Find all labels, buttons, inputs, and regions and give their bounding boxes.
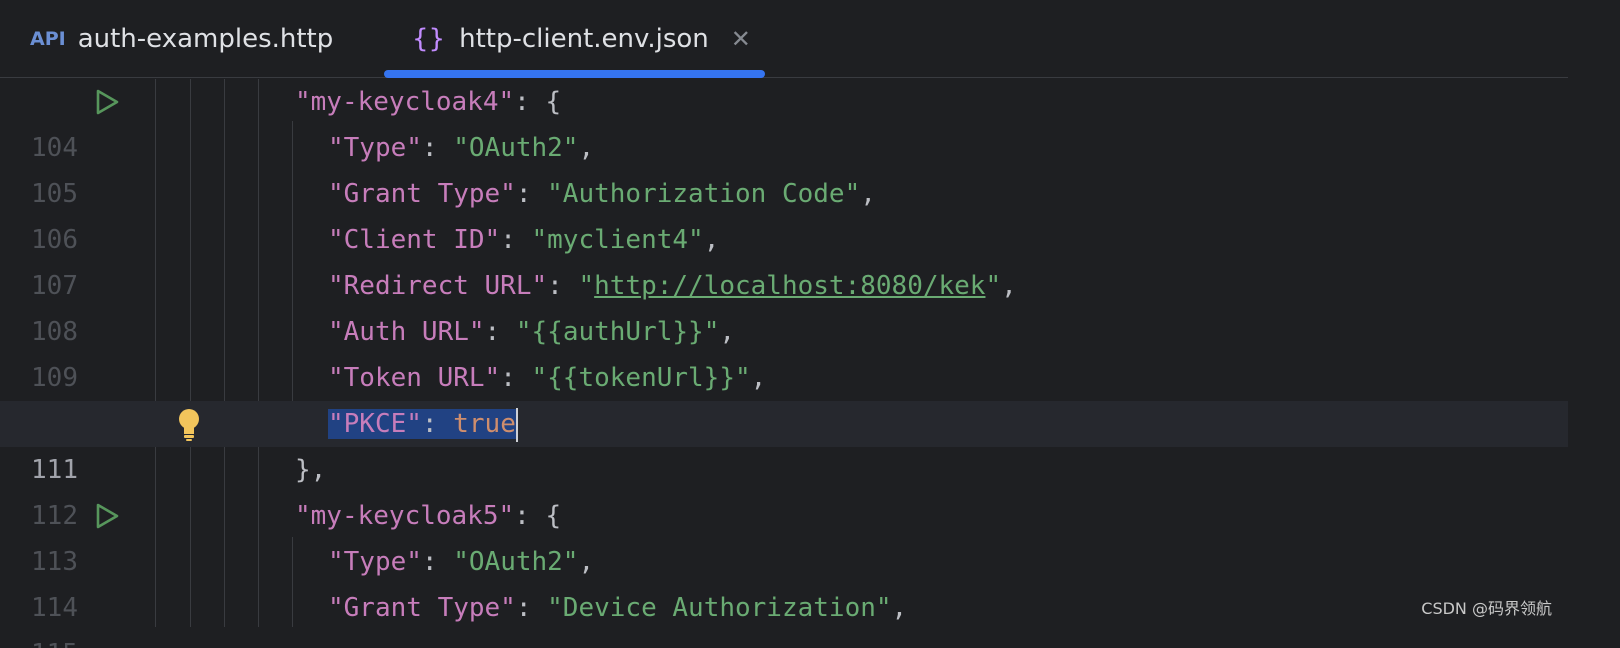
editor-tab-bar: API auth-examples.http {} http-client.en…	[0, 0, 1568, 78]
text-caret	[515, 407, 518, 442]
api-file-icon: API	[30, 28, 66, 50]
watermark: CSDN @码界领航	[1421, 599, 1552, 618]
code-text: "my-keycloak5": {	[295, 501, 562, 531]
code-text: "Grant Type": "Device Authorization",	[328, 593, 908, 623]
code-line[interactable]: 109 "Auth URL": "{{authUrl}}",	[0, 309, 1568, 393]
code-line[interactable]: 112 },	[0, 447, 1568, 531]
code-text: "Type": "OAuth2",	[328, 133, 595, 163]
redirect-url-link[interactable]: http://localhost:8080/kek	[594, 271, 985, 301]
code-text: "Grant Type": "Authorization Code",	[328, 179, 876, 209]
text-selection: "PKCE": true	[328, 409, 516, 439]
code-line[interactable]: 110 "Token URL": "{{tokenUrl}}",	[0, 355, 1568, 439]
code-line[interactable]: 108 "Redirect URL": "http://localhost:80…	[0, 263, 1568, 347]
line-number: 115	[0, 631, 78, 648]
tab-label: auth-examples.http	[77, 24, 334, 54]
code-text: "Client ID": "myclient4",	[328, 225, 720, 255]
code-line[interactable]: 105 "Type": "OAuth2",	[0, 125, 1568, 209]
code-line[interactable]: 104 "my-keycloak4": {	[0, 79, 1568, 163]
close-tab-icon[interactable]: ✕	[731, 25, 751, 53]
code-text: "Redirect URL": "http://localhost:8080/k…	[328, 271, 1017, 301]
code-text: },	[295, 455, 327, 485]
code-line[interactable]: 114 "Type": "OAuth2",	[0, 539, 1568, 623]
tab-label: http-client.env.json	[459, 24, 709, 54]
tab-http-client-env[interactable]: {} http-client.env.json ✕	[384, 0, 765, 78]
run-icon[interactable]	[94, 89, 120, 115]
run-icon[interactable]	[94, 503, 120, 529]
json-file-icon: {}	[412, 24, 446, 54]
code-text: "PKCE": true	[328, 401, 518, 447]
code-text: "my-keycloak4": {	[295, 87, 562, 117]
tab-auth-examples[interactable]: API auth-examples.http	[0, 0, 370, 78]
code-line-current[interactable]: 111 "PKCE": true	[0, 401, 1568, 485]
code-editor[interactable]: 104 "my-keycloak4": { 105 "Type": "OAuth…	[0, 79, 1568, 648]
code-text: "Auth URL": "{{authUrl}}",	[328, 317, 736, 347]
lightbulb-icon[interactable]	[176, 408, 202, 442]
code-line[interactable]: 106 "Grant Type": "Authorization Code",	[0, 171, 1568, 255]
code-line[interactable]: 113 "my-keycloak5": {	[0, 493, 1568, 577]
code-text: "Type": "OAuth2",	[328, 547, 595, 577]
code-line[interactable]: 107 "Client ID": "myclient4",	[0, 217, 1568, 301]
code-text: "Token URL": "{{tokenUrl}}",	[328, 363, 767, 393]
code-line[interactable]: 115 "Grant Type": "Device Authorization"…	[0, 585, 1568, 648]
